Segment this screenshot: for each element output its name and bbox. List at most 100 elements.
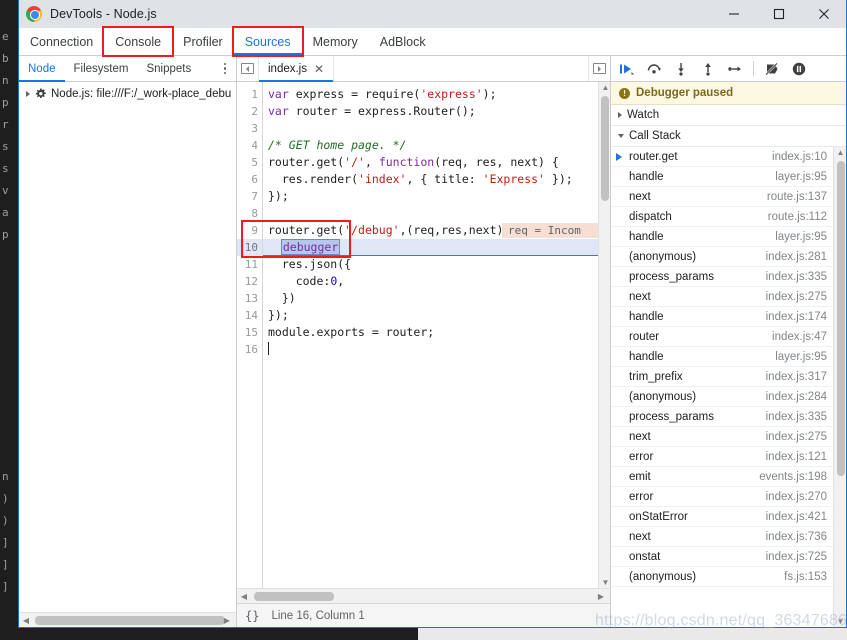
call-stack-frame[interactable]: error index.js:121 bbox=[611, 447, 833, 467]
call-stack-frame[interactable]: onStatError index.js:421 bbox=[611, 507, 833, 527]
call-stack-frame[interactable]: (anonymous) index.js:281 bbox=[611, 247, 833, 267]
call-stack-frame[interactable]: handle layer.js:95 bbox=[611, 347, 833, 367]
call-stack-frame[interactable]: process_params index.js:335 bbox=[611, 267, 833, 287]
code-line[interactable] bbox=[263, 341, 610, 358]
code-line[interactable]: res.json({ bbox=[263, 256, 610, 273]
deactivate-breakpoints-icon[interactable] bbox=[760, 58, 784, 80]
step-into-icon[interactable] bbox=[669, 58, 693, 80]
line-number[interactable]: 5 bbox=[237, 154, 262, 171]
nav-tab-node[interactable]: Node bbox=[19, 56, 65, 82]
call-stack-frame[interactable]: trim_prefix index.js:317 bbox=[611, 367, 833, 387]
line-number[interactable]: 7 bbox=[237, 188, 262, 205]
code-line[interactable]: res.render('index', { title: 'Express' }… bbox=[263, 171, 610, 188]
call-stack-frame[interactable]: next index.js:275 bbox=[611, 427, 833, 447]
line-number[interactable]: 15 bbox=[237, 324, 262, 341]
editor-tab-index-js[interactable]: index.js ✕ bbox=[259, 56, 335, 82]
close-button[interactable] bbox=[801, 0, 846, 28]
tab-sources[interactable]: Sources bbox=[233, 28, 302, 56]
call-stack-frame[interactable]: next route.js:137 bbox=[611, 187, 833, 207]
code-line[interactable]: module.exports = router; bbox=[263, 324, 610, 341]
step-out-icon[interactable] bbox=[696, 58, 720, 80]
maximize-button[interactable] bbox=[756, 0, 801, 28]
tab-connection[interactable]: Connection bbox=[19, 28, 104, 55]
call-stack-frame[interactable]: onstat index.js:725 bbox=[611, 547, 833, 567]
nav-tab-snippets[interactable]: Snippets bbox=[137, 56, 200, 81]
step-over-icon[interactable] bbox=[642, 58, 666, 80]
call-stack-frame[interactable]: dispatch route.js:112 bbox=[611, 207, 833, 227]
scroll-up-arrow[interactable]: ▲ bbox=[601, 83, 610, 92]
line-number[interactable]: 6 bbox=[237, 171, 262, 188]
code-line[interactable]: code:0, bbox=[263, 273, 610, 290]
scroll-down-arrow[interactable]: ▼ bbox=[601, 578, 610, 587]
step-icon[interactable] bbox=[723, 58, 747, 80]
call-stack-frame[interactable]: (anonymous) index.js:284 bbox=[611, 387, 833, 407]
line-number[interactable]: 12 bbox=[237, 273, 262, 290]
code-line[interactable]: var router = express.Router(); bbox=[263, 103, 610, 120]
triangle-right-icon[interactable] bbox=[618, 112, 622, 118]
tab-memory[interactable]: Memory bbox=[302, 28, 369, 55]
line-number[interactable]: 13 bbox=[237, 290, 262, 307]
call-stack-frame[interactable]: next index.js:275 bbox=[611, 287, 833, 307]
call-stack-frame[interactable]: error index.js:270 bbox=[611, 487, 833, 507]
scroll-thumb[interactable] bbox=[836, 161, 845, 476]
line-number[interactable]: 10 bbox=[237, 239, 262, 256]
line-number[interactable]: 14 bbox=[237, 307, 262, 324]
code-line[interactable]: }) bbox=[263, 290, 610, 307]
scroll-down-arrow[interactable]: ▼ bbox=[836, 617, 845, 626]
code-line[interactable]: router.get('/', function(req, res, next)… bbox=[263, 154, 610, 171]
collapse-left-icon[interactable] bbox=[237, 56, 259, 81]
code-line[interactable]: debugger bbox=[263, 239, 610, 256]
scroll-right-arrow[interactable]: ▶ bbox=[594, 589, 608, 604]
call-stack-scrollbar[interactable]: ▲ ▼ bbox=[833, 147, 846, 627]
minimize-button[interactable] bbox=[711, 0, 756, 28]
triangle-right-icon[interactable] bbox=[26, 90, 30, 97]
resume-script-icon[interactable] bbox=[615, 58, 639, 80]
call-stack-frame[interactable]: router index.js:47 bbox=[611, 327, 833, 347]
call-stack-frame[interactable]: handle layer.js:95 bbox=[611, 227, 833, 247]
tab-console[interactable]: Console bbox=[104, 28, 172, 55]
line-number[interactable]: 16 bbox=[237, 341, 262, 358]
expand-right-icon[interactable] bbox=[588, 56, 610, 81]
call-stack-frame[interactable]: router.get index.js:10 bbox=[611, 147, 833, 167]
close-icon[interactable]: ✕ bbox=[314, 63, 324, 75]
tree-item-nodejs[interactable]: Node.js: file:///F:/_work-place_debu bbox=[19, 86, 236, 101]
editor-horizontal-scrollbar[interactable]: ◀ ▶ bbox=[237, 588, 610, 603]
pretty-print-icon[interactable]: {} bbox=[245, 609, 259, 623]
line-number[interactable]: 4 bbox=[237, 137, 262, 154]
code-line[interactable]: /* GET home page. */ bbox=[263, 137, 610, 154]
kebab-menu-icon[interactable] bbox=[214, 56, 236, 81]
watch-section-header[interactable]: Watch bbox=[611, 105, 846, 126]
navigator-horizontal-scrollbar[interactable]: ◀ ▶ bbox=[19, 612, 236, 627]
call-stack-section-header[interactable]: Call Stack bbox=[611, 126, 846, 147]
call-stack-frame[interactable]: (anonymous) fs.js:153 bbox=[611, 567, 833, 587]
scroll-thumb[interactable] bbox=[254, 591, 334, 601]
line-number[interactable]: 3 bbox=[237, 120, 262, 137]
code-line[interactable]: var express = require('express'); bbox=[263, 86, 610, 103]
scroll-right-arrow[interactable]: ▶ bbox=[220, 613, 234, 628]
code-content[interactable]: var express = require('express'); var rou… bbox=[263, 82, 610, 588]
scroll-left-arrow[interactable]: ◀ bbox=[19, 613, 33, 628]
scroll-left-arrow[interactable]: ◀ bbox=[237, 589, 251, 604]
scroll-thumb[interactable] bbox=[601, 96, 609, 201]
code-line[interactable] bbox=[263, 205, 610, 222]
line-number[interactable]: 2 bbox=[237, 103, 262, 120]
call-stack-frame[interactable]: emit events.js:198 bbox=[611, 467, 833, 487]
call-stack-frame[interactable]: handle layer.js:95 bbox=[611, 167, 833, 187]
scroll-up-arrow[interactable]: ▲ bbox=[836, 148, 845, 157]
tab-profiler[interactable]: Profiler bbox=[172, 28, 234, 55]
editor-vertical-scrollbar[interactable]: ▲ ▼ bbox=[598, 82, 610, 588]
call-stack-frame[interactable]: handle index.js:174 bbox=[611, 307, 833, 327]
nav-tab-filesystem[interactable]: Filesystem bbox=[65, 56, 138, 81]
pause-on-exceptions-icon[interactable] bbox=[787, 58, 811, 80]
triangle-down-icon[interactable] bbox=[618, 134, 624, 138]
line-number[interactable]: 11 bbox=[237, 256, 262, 273]
line-number[interactable]: 1 bbox=[237, 86, 262, 103]
code-line[interactable]: }); bbox=[263, 188, 610, 205]
call-stack-frame[interactable]: process_params index.js:335 bbox=[611, 407, 833, 427]
tab-adblock[interactable]: AdBlock bbox=[369, 28, 437, 55]
scroll-thumb[interactable] bbox=[35, 615, 225, 625]
line-number[interactable]: 8 bbox=[237, 205, 262, 222]
line-number[interactable]: 9 bbox=[237, 222, 262, 239]
code-line[interactable]: }); bbox=[263, 307, 610, 324]
code-line[interactable] bbox=[263, 120, 610, 137]
